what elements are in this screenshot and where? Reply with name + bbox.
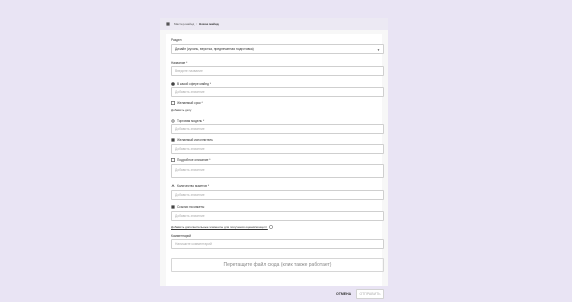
sort-icon <box>171 184 175 188</box>
breadcrumb: Мастер-майнд / Новое майнд <box>160 18 388 30</box>
form-actions: ОТМЕНА ОТПРАВИТЬ <box>160 289 388 302</box>
user-icon <box>171 138 175 142</box>
references-label-row: Ссылки на макеты <box>171 205 204 209</box>
breadcrumb-separator: / <box>196 22 198 26</box>
document-icon <box>171 158 175 162</box>
task-label-row: В какой сфере майнд * <box>171 82 211 86</box>
breadcrumb-parent[interactable]: Мастер-майнд <box>174 22 194 26</box>
deadline-label-row: Желаемый срок * <box>171 101 203 105</box>
performer-label: Желаемый исполнитель <box>177 138 213 142</box>
task-label: В какой сфере майнд * <box>177 82 212 86</box>
budget-label: Торговая модель * <box>177 119 205 123</box>
budget-label-row: Торговая модель * <box>171 119 204 123</box>
quantity-input[interactable]: Добавить значение <box>171 190 384 200</box>
details-label-row: Подробное описание * <box>171 158 211 162</box>
deadline-label: Желаемый срок * <box>177 101 203 105</box>
settings-icon <box>171 119 175 123</box>
quantity-label: Количество макетов * <box>177 184 210 188</box>
name-input[interactable]: Введите название <box>171 66 384 76</box>
references-label: Ссылки на макеты <box>177 205 205 209</box>
help-icon[interactable] <box>268 225 273 230</box>
check-circle-icon <box>171 82 175 86</box>
link-icon <box>171 205 175 209</box>
breadcrumb-current: Новое майнд <box>199 22 219 26</box>
form-card: Раздел Дизайн (кухонь, верстка, предпеча… <box>166 34 384 286</box>
home-icon[interactable] <box>166 22 170 26</box>
chevron-down-icon: ▼ <box>377 48 380 52</box>
performer-label-row: Желаемый исполнитель <box>171 138 213 142</box>
extra-elements-link-row[interactable]: Добавить дополнительные элементы для пол… <box>171 225 273 230</box>
calendar-icon <box>171 101 175 105</box>
comment-input[interactable]: Напишите комментарий <box>171 239 384 249</box>
quantity-label-row: Количество макетов * <box>171 184 209 188</box>
details-textarea[interactable]: Добавить значение <box>171 164 384 178</box>
section-label: Раздел <box>171 38 182 42</box>
budget-input[interactable]: Добавить значение <box>171 124 384 134</box>
name-label: Название * <box>171 61 188 65</box>
details-label: Подробное описание * <box>177 158 211 162</box>
extra-elements-link[interactable]: Добавить дополнительные элементы для пол… <box>171 225 267 229</box>
performer-input[interactable]: Добавить значение <box>171 144 384 154</box>
cancel-button[interactable]: ОТМЕНА <box>336 292 351 296</box>
add-date-link[interactable]: Добавить дату <box>171 108 191 112</box>
task-input[interactable]: Добавить значение <box>171 87 384 97</box>
references-input[interactable]: Добавить значение <box>171 211 384 221</box>
submit-button[interactable]: ОТПРАВИТЬ <box>356 289 384 299</box>
section-select[interactable]: Дизайн (кухонь, верстка, предпечатная по… <box>171 44 384 54</box>
comment-label: Комментарий <box>171 234 192 238</box>
file-dropzone[interactable]: Перетащите файл сюда (клик также работае… <box>171 258 384 272</box>
form-page: Мастер-майнд / Новое майнд Раздел Дизайн… <box>160 18 388 299</box>
section-value: Дизайн (кухонь, верстка, предпечатная по… <box>175 47 254 51</box>
